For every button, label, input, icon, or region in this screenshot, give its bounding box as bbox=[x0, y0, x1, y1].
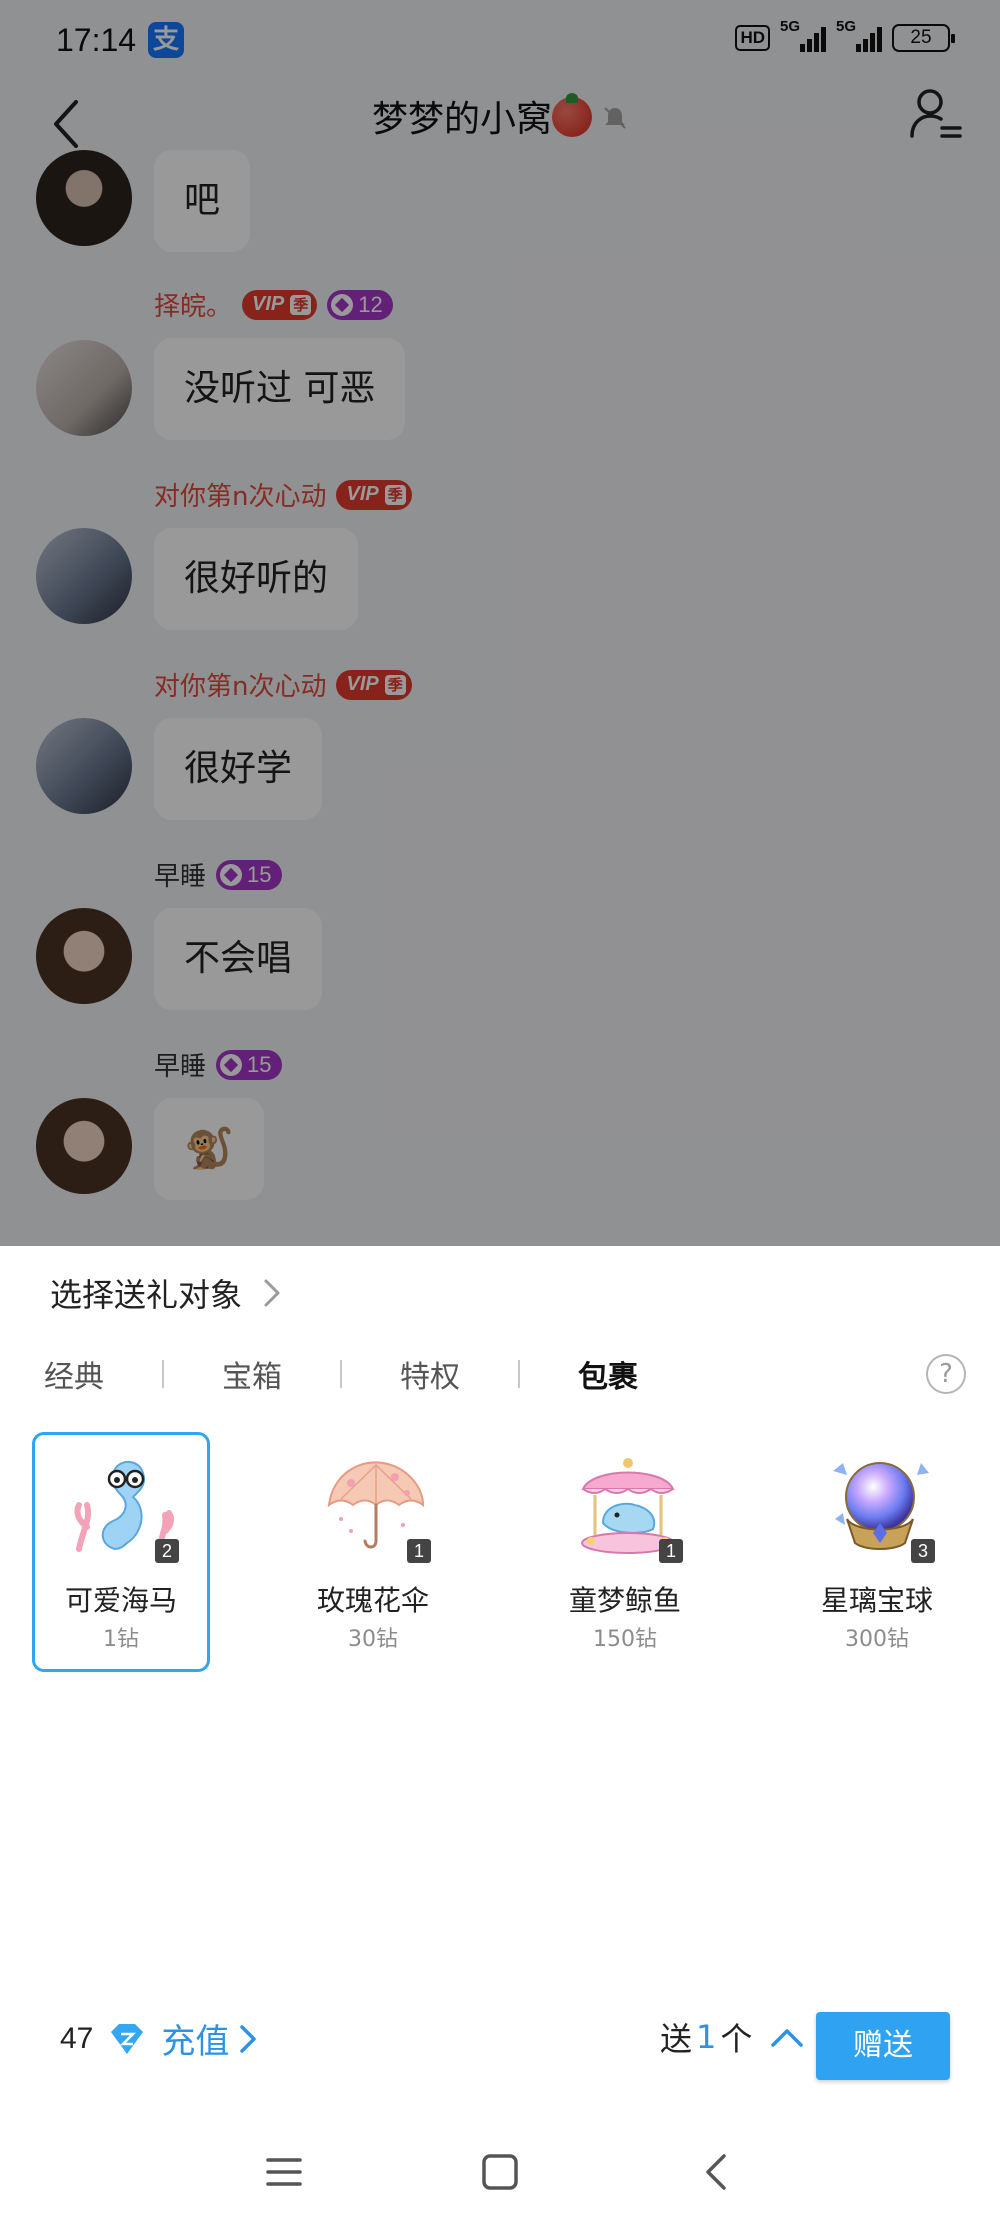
gift-count: 2 bbox=[155, 1539, 179, 1563]
tab-treasure-box[interactable]: 宝箱 bbox=[222, 1352, 282, 1396]
chevron-right-icon bbox=[264, 1279, 280, 1307]
dim-overlay[interactable] bbox=[0, 0, 1000, 1246]
balance-value: 47 bbox=[60, 2021, 94, 2055]
divider bbox=[340, 1360, 342, 1388]
send-gift-button[interactable]: 赠送 bbox=[816, 2012, 950, 2080]
gift-price: 300钻 bbox=[845, 1627, 909, 1652]
gift-count: 1 bbox=[659, 1539, 683, 1563]
menu-icon[interactable] bbox=[264, 2152, 304, 2192]
tab-privilege[interactable]: 特权 bbox=[400, 1352, 460, 1396]
help-icon[interactable]: ? bbox=[926, 1354, 966, 1394]
gift-price: 1钻 bbox=[103, 1627, 139, 1652]
recharge-button[interactable]: 充值 bbox=[161, 2014, 257, 2063]
tab-classic[interactable]: 经典 bbox=[44, 1352, 104, 1396]
quantity-selector[interactable]: 送1个 bbox=[660, 2014, 804, 2060]
gift-name: 可爱海马 bbox=[64, 1584, 177, 1617]
gift-name: 童梦鲸鱼 bbox=[568, 1584, 681, 1617]
chevron-right-icon bbox=[240, 2024, 257, 2053]
divider bbox=[518, 1360, 520, 1388]
chevron-up-icon bbox=[771, 2029, 804, 2047]
gift-item[interactable]: 3 星璃宝球 300钻 bbox=[788, 1432, 966, 1672]
select-recipient-button[interactable]: 选择送礼对象 bbox=[50, 1270, 282, 1316]
gift-panel: 选择送礼对象 经典 宝箱 特权 包裹 ? 2 可爱海马 1钻 1 玫瑰花伞 30… bbox=[0, 1246, 1000, 2222]
home-icon[interactable] bbox=[480, 2152, 520, 2192]
diamond-icon bbox=[111, 2023, 144, 2054]
gift-item[interactable]: 1 玫瑰花伞 30钻 bbox=[284, 1432, 462, 1672]
diamond-balance: 47 充值 bbox=[60, 2014, 257, 2063]
gift-tabs: 经典 宝箱 特权 包裹 bbox=[44, 1352, 638, 1396]
gift-name: 玫瑰花伞 bbox=[316, 1584, 429, 1617]
gift-name: 星璃宝球 bbox=[820, 1584, 933, 1617]
gift-count: 1 bbox=[407, 1539, 431, 1563]
tab-package[interactable]: 包裹 bbox=[578, 1352, 638, 1396]
gift-item[interactable]: 2 可爱海马 1钻 bbox=[32, 1432, 210, 1672]
gift-count: 3 bbox=[911, 1539, 935, 1563]
back-icon[interactable] bbox=[698, 2152, 738, 2192]
chat-screen: 17:14 支 HD 5G 5G 25 梦梦的小窝 吧 择皖。 VIP 季 12… bbox=[0, 0, 1000, 1246]
system-navigation-bar bbox=[0, 2132, 1000, 2222]
divider bbox=[162, 1360, 164, 1388]
gift-price: 30钻 bbox=[348, 1627, 398, 1652]
gift-price: 150钻 bbox=[593, 1627, 657, 1652]
gift-item[interactable]: 1 童梦鲸鱼 150钻 bbox=[536, 1432, 714, 1672]
